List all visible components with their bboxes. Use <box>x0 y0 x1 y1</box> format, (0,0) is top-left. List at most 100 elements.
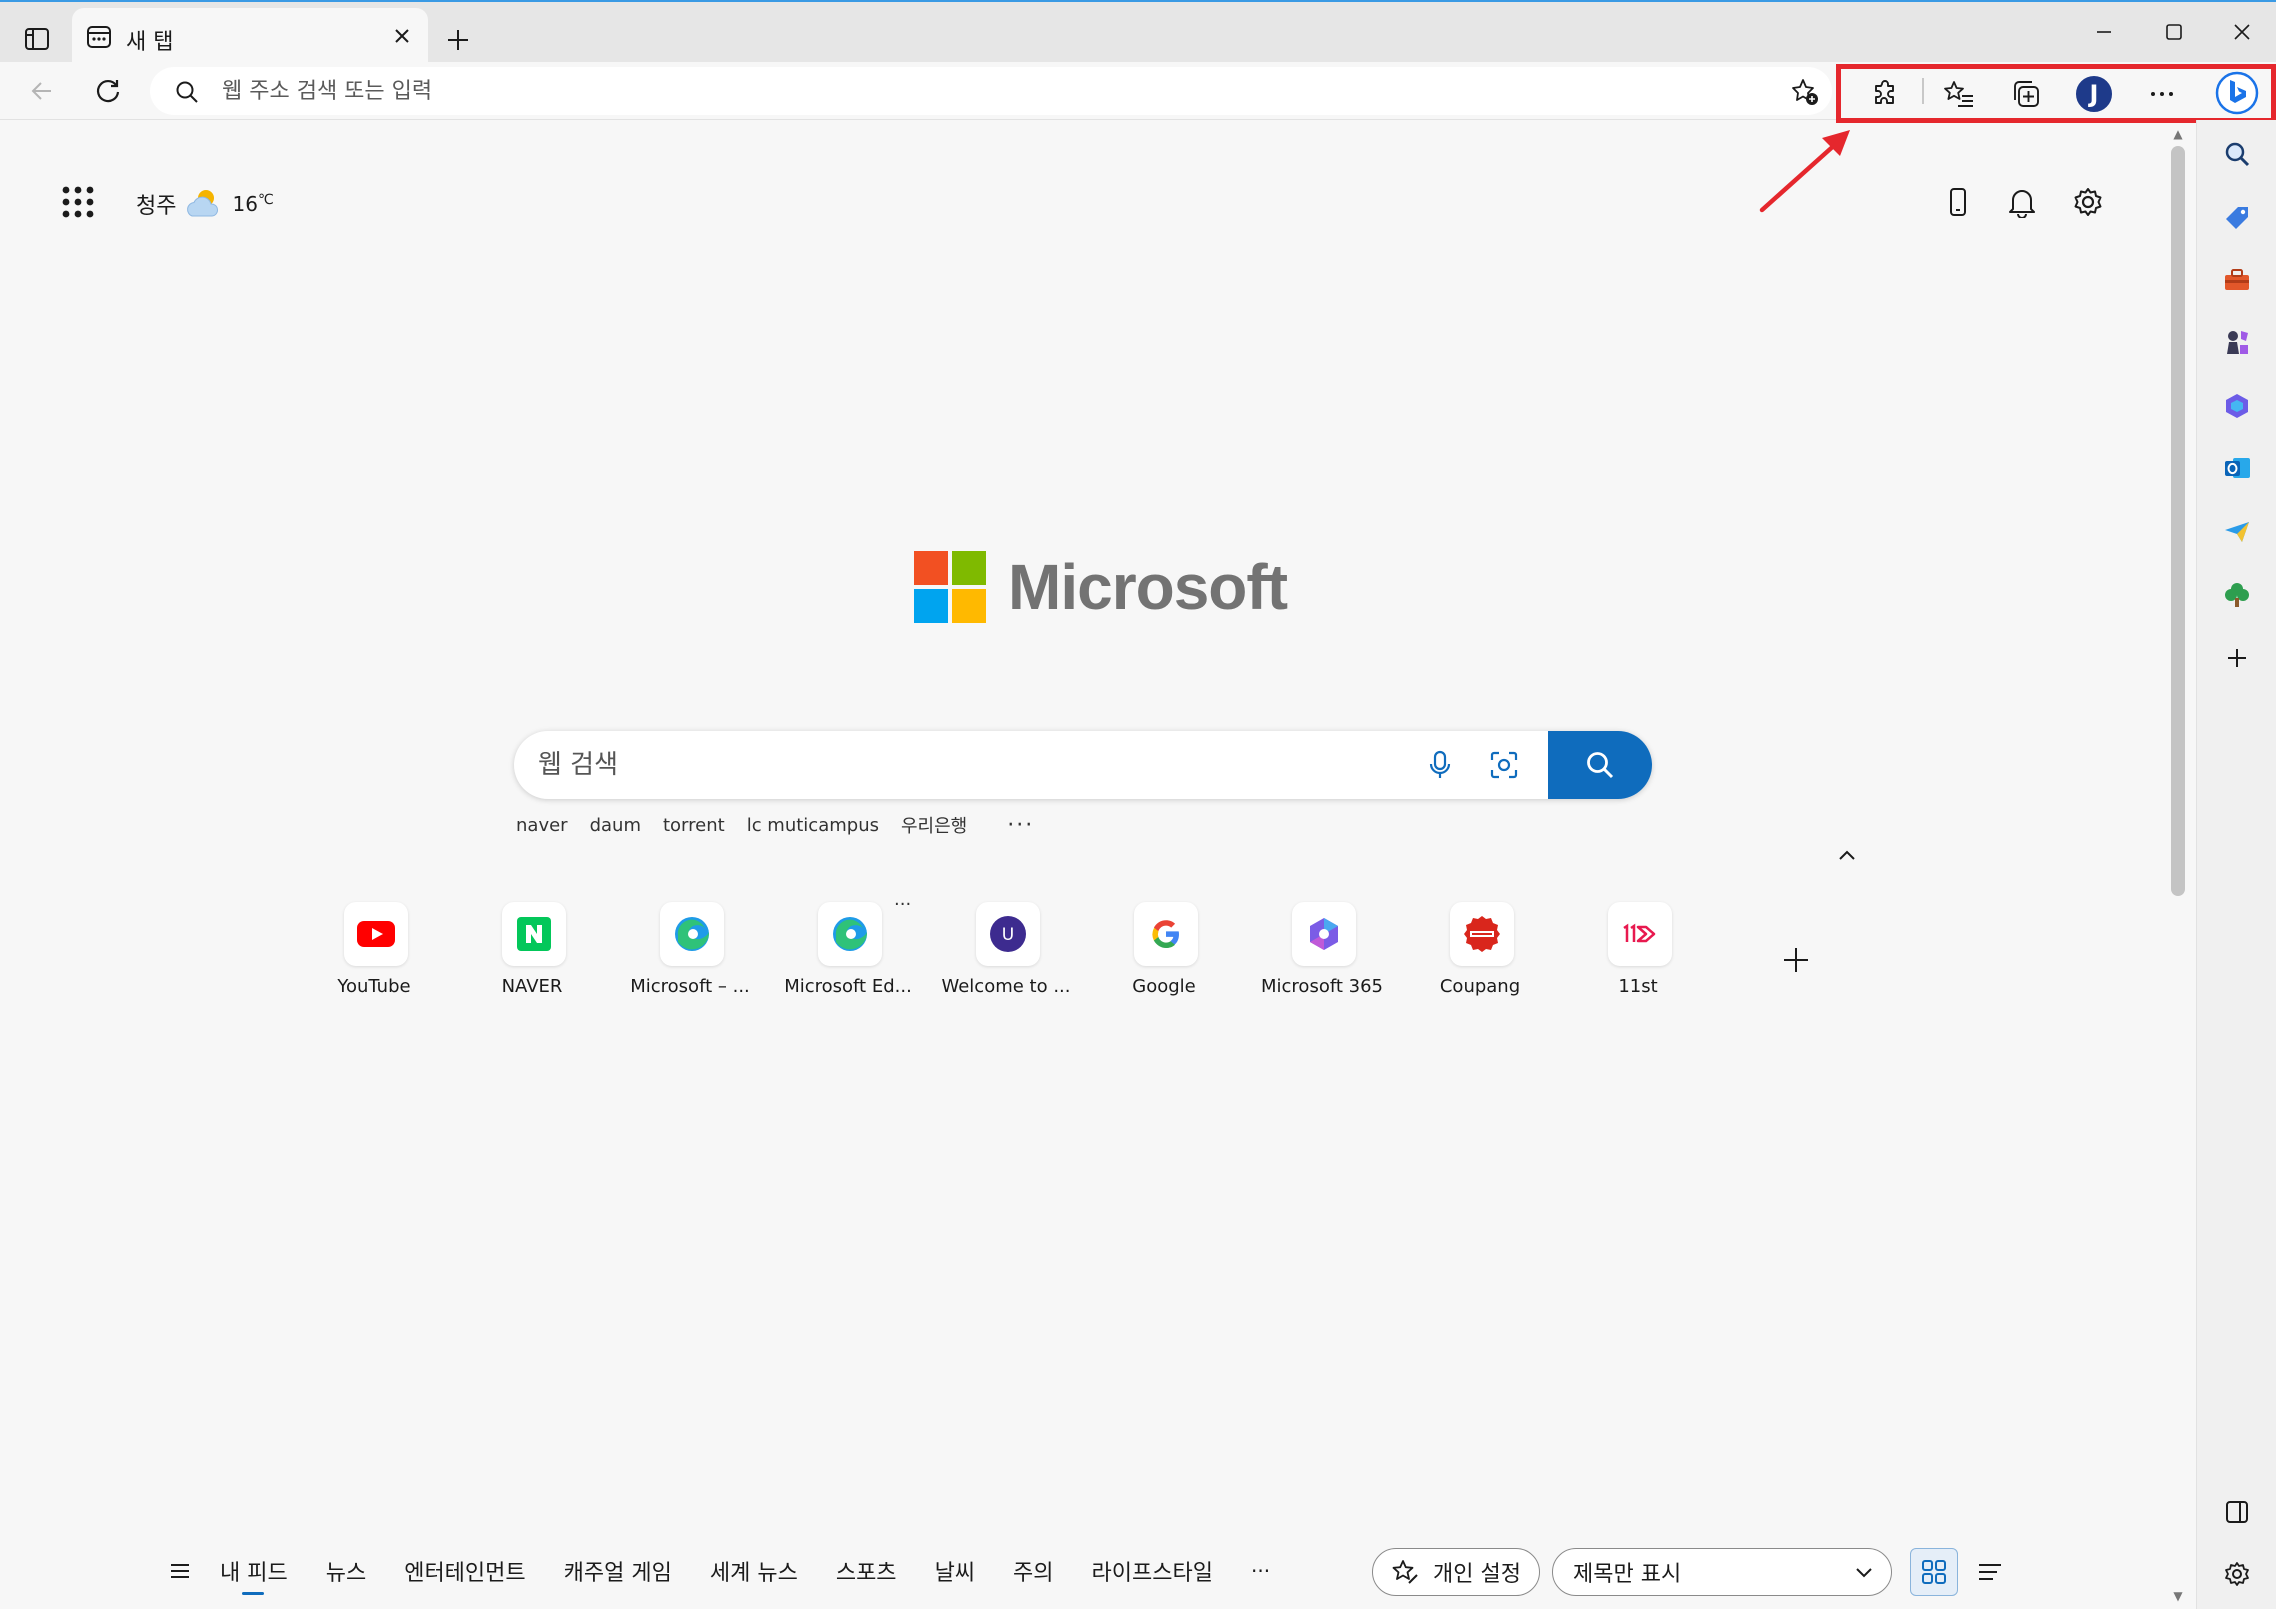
sidebar-hide-button[interactable] <box>2215 1490 2259 1534</box>
tile-more-options-button[interactable]: ··· <box>894 894 911 915</box>
top-site-tile[interactable]: Microsoft 365 <box>1261 902 1383 1002</box>
grid-layout-button[interactable] <box>1910 1548 1958 1596</box>
top-site-tile[interactable]: NAVER <box>472 902 592 1002</box>
feed-menu-button[interactable] <box>160 1551 200 1591</box>
tab-title: 새 탭 <box>126 30 174 55</box>
top-site-tile[interactable]: YouTube <box>314 902 434 1002</box>
quick-link[interactable]: 우리은행 <box>901 812 967 838</box>
new-tab-favicon-icon <box>87 26 111 48</box>
view-mode-label: 제목만 표시 <box>1573 1562 1682 1587</box>
star-add-icon <box>1792 79 1818 105</box>
tab-actions-button[interactable] <box>20 22 54 56</box>
top-site-label: Microsoft Ed... <box>784 976 912 997</box>
sidebar-tree-button[interactable] <box>2215 572 2259 616</box>
view-mode-dropdown[interactable]: 제목만 표시 <box>1552 1548 1892 1596</box>
maximize-icon <box>2166 24 2182 40</box>
feed-tab-weather[interactable]: 날씨 <box>935 1555 975 1587</box>
feed-tab-lifestyle[interactable]: 라이프스타일 <box>1092 1555 1213 1587</box>
quick-link[interactable]: lc muticampus <box>747 815 879 836</box>
feed-tab-sports[interactable]: 스포츠 <box>836 1555 897 1587</box>
feed-tab-watchlist[interactable]: 주의 <box>1013 1555 1053 1587</box>
sidebar-search-button[interactable] <box>2215 132 2259 176</box>
microsoft365-icon <box>2226 394 2248 418</box>
feed-tab-world-news[interactable]: 세계 뉴스 <box>710 1555 798 1587</box>
extensions-button[interactable] <box>1864 72 1908 116</box>
scroll-up-icon[interactable]: ▲ <box>2170 126 2186 142</box>
sidebar-shopping-button[interactable] <box>2215 196 2259 240</box>
sidebar-tools-button[interactable] <box>2215 258 2259 302</box>
m365-icon <box>1292 902 1356 966</box>
quick-link[interactable]: torrent <box>663 815 725 836</box>
app-launcher-button[interactable] <box>58 182 98 222</box>
web-search-input[interactable] <box>538 731 1418 799</box>
address-input[interactable] <box>222 67 1722 115</box>
sidebar-games-button[interactable] <box>2215 320 2259 364</box>
avatar: J <box>2076 76 2112 112</box>
minimize-button[interactable] <box>2074 12 2134 52</box>
mobile-button[interactable] <box>1936 180 1980 224</box>
top-site-tile[interactable]: U Welcome to ... <box>941 902 1071 1002</box>
sidebar-add-button[interactable] <box>2215 636 2259 680</box>
edge-sidebar <box>2196 120 2276 1609</box>
favorites-button[interactable] <box>1937 72 1981 116</box>
shopping-tag-icon <box>2226 207 2248 229</box>
settings-and-more-button[interactable] <box>2140 72 2184 116</box>
sidebar-settings-button[interactable] <box>2215 1552 2259 1596</box>
address-bar[interactable] <box>150 67 1832 115</box>
collections-button[interactable] <box>2004 72 2048 116</box>
feed-tab-casual-games[interactable]: 캐주얼 게임 <box>564 1555 672 1587</box>
quick-link[interactable]: naver <box>516 815 568 836</box>
refresh-button[interactable] <box>88 71 128 111</box>
window-close-button[interactable] <box>2212 12 2272 52</box>
top-site-tile[interactable]: Google <box>1104 902 1224 1002</box>
refresh-icon <box>96 79 120 103</box>
top-site-tile[interactable]: 11st <box>1578 902 1698 1002</box>
visual-search-button[interactable] <box>1482 743 1526 787</box>
sidebar-drop-button[interactable] <box>2215 510 2259 554</box>
top-site-tile[interactable]: ··· Microsoft Ed... <box>784 894 912 1002</box>
scroll-thumb[interactable] <box>2171 146 2185 896</box>
page-scrollbar[interactable]: ▲ ▼ <box>2166 126 2190 1609</box>
sidebar-m365-button[interactable] <box>2215 384 2259 428</box>
top-site-tile[interactable]: Microsoft – ... <box>630 902 750 1002</box>
search-icon <box>176 81 198 103</box>
arrow-annotation-icon <box>1759 130 1850 213</box>
plus-icon <box>1784 948 1808 972</box>
voice-search-button[interactable] <box>1418 743 1462 787</box>
feed-tab-entertainment[interactable]: 엔터테인먼트 <box>404 1555 525 1587</box>
feed-more-button[interactable]: ··· <box>1251 1559 1270 1583</box>
tab-new-tab[interactable]: 새 탭 <box>72 8 428 64</box>
tab-close-button[interactable] <box>386 20 418 52</box>
more-dots-icon <box>2151 92 2173 96</box>
feed-tab-my-feed[interactable]: 내 피드 <box>220 1555 288 1595</box>
weather-widget[interactable]: 청주 16℃ <box>136 184 274 224</box>
copilot-button[interactable] <box>2212 68 2262 118</box>
list-layout-button[interactable] <box>1966 1548 2014 1596</box>
collapse-top-sites-button[interactable] <box>1834 842 1860 868</box>
web-search-box[interactable] <box>514 731 1652 799</box>
quick-links-more-button[interactable]: ··· <box>1007 813 1034 838</box>
profile-button[interactable]: J <box>2072 72 2116 116</box>
add-site-button[interactable] <box>1776 940 1816 980</box>
sidebar-outlook-button[interactable] <box>2215 446 2259 490</box>
personalize-button[interactable]: 개인 설정 <box>1372 1548 1540 1596</box>
microsoft-wordmark: Microsoft <box>1008 551 1288 623</box>
personalize-label: 개인 설정 <box>1433 1562 1521 1587</box>
edge-icon <box>818 902 882 966</box>
notifications-button[interactable] <box>2000 180 2044 224</box>
quick-link[interactable]: daum <box>590 815 641 836</box>
phone-icon <box>1950 188 1966 216</box>
top-site-tile[interactable]: Coupang <box>1420 902 1540 1002</box>
microsoft-squares-icon <box>914 551 986 623</box>
new-tab-button[interactable] <box>438 20 478 60</box>
add-favorite-button[interactable] <box>1788 75 1822 109</box>
scroll-down-icon[interactable]: ▼ <box>2170 1588 2186 1604</box>
back-button[interactable] <box>22 71 62 111</box>
tab-actions-icon <box>25 28 49 50</box>
search-submit-button[interactable] <box>1548 731 1652 799</box>
outlook-icon <box>2225 458 2250 478</box>
svg-text:U: U <box>1002 925 1014 945</box>
maximize-button[interactable] <box>2144 12 2204 52</box>
feed-tab-news[interactable]: 뉴스 <box>326 1555 366 1587</box>
page-settings-button[interactable] <box>2066 180 2110 224</box>
